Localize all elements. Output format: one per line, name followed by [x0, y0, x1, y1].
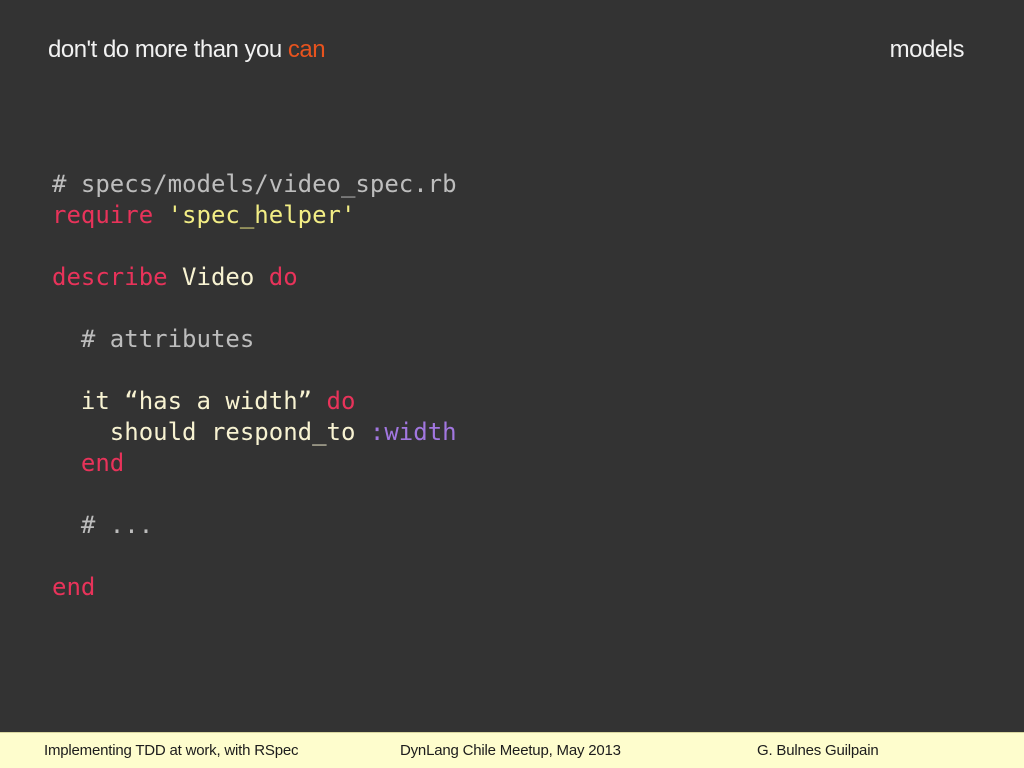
section-label: models: [889, 36, 965, 63]
footer-author: G. Bulnes Guilpain: [757, 742, 879, 759]
code-line-2: require 'spec_helper': [52, 200, 952, 231]
code-keyword: do: [268, 263, 298, 291]
code-line-9: should respond_to :width: [52, 417, 952, 448]
code-string: 'spec_helper': [167, 201, 356, 229]
code-line-6: # attributes: [52, 324, 952, 355]
code-keyword: do: [326, 387, 356, 415]
code-comment: # ...: [80, 511, 154, 539]
code-plain: should respond_to: [109, 418, 356, 446]
code-keyword: require: [52, 201, 154, 229]
code-line-1: # specs/models/video_spec.rb: [52, 169, 952, 200]
code-block: # specs/models/video_spec.rb require 'sp…: [52, 169, 952, 603]
slide-footer: Implementing TDD at work, with RSpec Dyn…: [0, 732, 1024, 768]
code-keyword: end: [80, 449, 125, 477]
slide-title: don't do more than you can: [48, 36, 326, 64]
code-comment: # specs/models/video_spec.rb: [52, 170, 457, 198]
footer-event: DynLang Chile Meetup, May 2013: [400, 742, 621, 759]
code-plain: it “has a width”: [80, 387, 313, 415]
slide-header: don't do more than you can models: [0, 0, 1024, 100]
slide-title-main: don't do more than you: [48, 36, 288, 63]
code-symbol: :width: [369, 418, 457, 446]
code-line-14: end: [52, 572, 952, 603]
code-keyword: end: [52, 573, 96, 601]
code-class-name: Video: [182, 263, 255, 291]
code-line-12: # ...: [52, 510, 952, 541]
code-line-10: end: [52, 448, 952, 479]
code-line-8: it “has a width” do: [52, 386, 952, 417]
code-comment: # attributes: [80, 325, 255, 353]
code-line-4: describe Video do: [52, 262, 952, 293]
code-keyword: describe: [52, 263, 168, 291]
slide-title-accent: can: [287, 36, 326, 63]
footer-talk-title: Implementing TDD at work, with RSpec: [44, 742, 299, 759]
